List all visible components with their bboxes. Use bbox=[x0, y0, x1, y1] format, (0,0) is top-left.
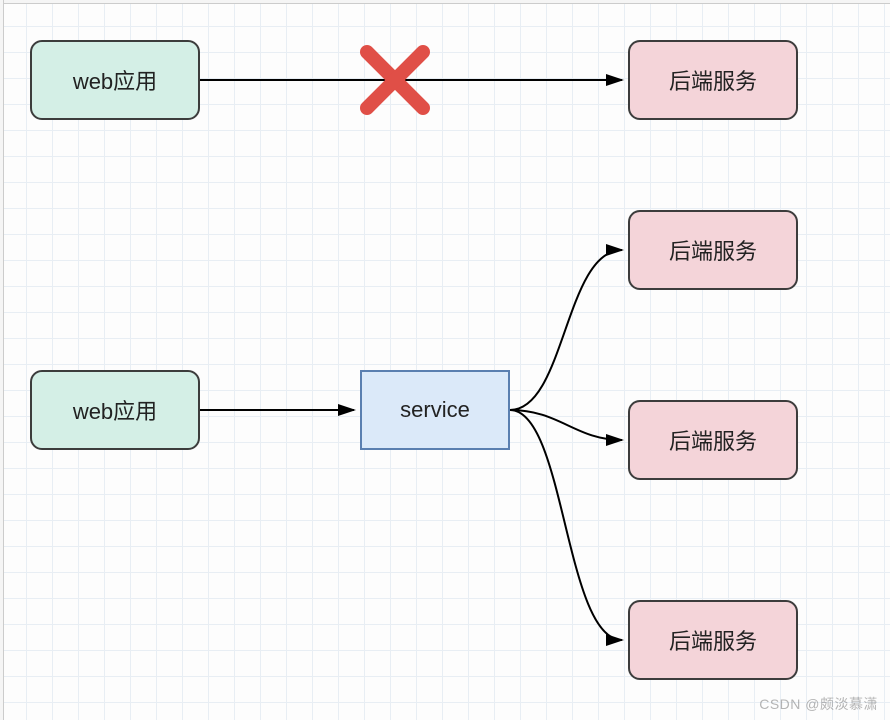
node-label: web应用 bbox=[73, 394, 157, 426]
node-label: 后端服务 bbox=[669, 234, 757, 266]
arrow-service-backend-3 bbox=[510, 410, 622, 640]
node-label: 后端服务 bbox=[669, 424, 757, 456]
node-label: web应用 bbox=[73, 64, 157, 96]
ruler-left bbox=[0, 0, 4, 720]
arrow-service-backend-2 bbox=[510, 410, 622, 440]
node-backend-1: 后端服务 bbox=[628, 210, 798, 290]
node-backend-3: 后端服务 bbox=[628, 600, 798, 680]
node-web-app-bottom: web应用 bbox=[30, 370, 200, 450]
arrow-service-backend-1 bbox=[510, 250, 622, 410]
node-service: service bbox=[360, 370, 510, 450]
watermark: CSDN @颇淡慕潇 bbox=[759, 694, 878, 714]
node-backend-2: 后端服务 bbox=[628, 400, 798, 480]
node-web-app-top: web应用 bbox=[30, 40, 200, 120]
node-label: service bbox=[400, 397, 470, 423]
node-backend-top: 后端服务 bbox=[628, 40, 798, 120]
cross-icon bbox=[367, 52, 423, 108]
ruler-top bbox=[0, 0, 890, 4]
node-label: 后端服务 bbox=[669, 64, 757, 96]
node-label: 后端服务 bbox=[669, 624, 757, 656]
